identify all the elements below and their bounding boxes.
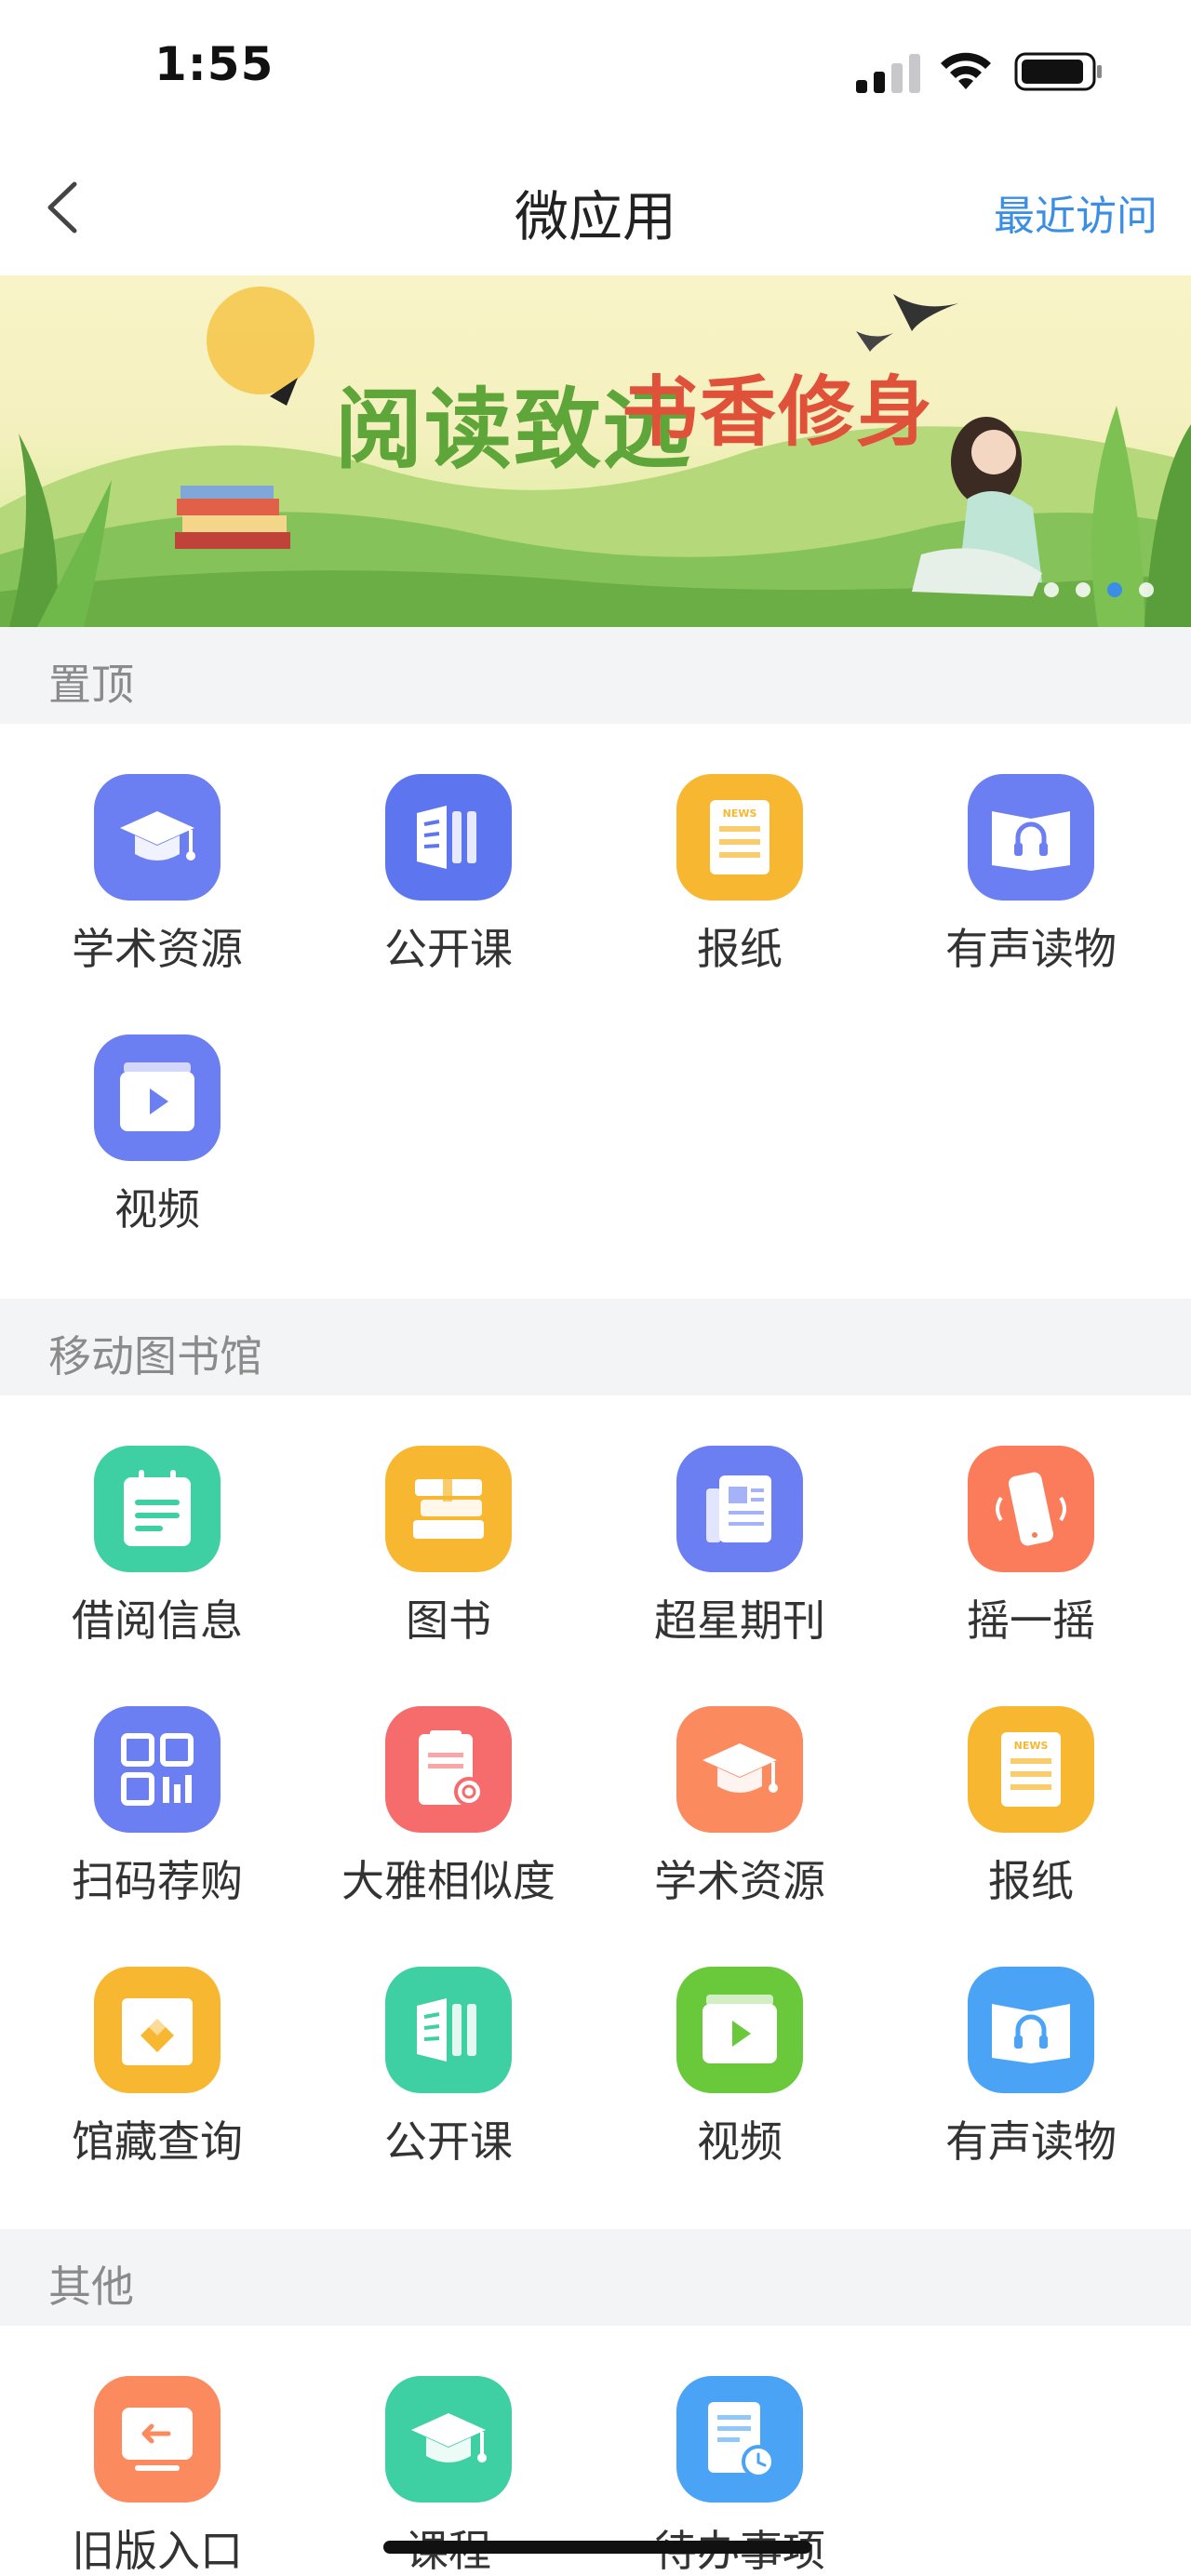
- app-label: 视频: [697, 2116, 783, 2167]
- calendar-icon: [94, 1446, 221, 1572]
- old-version-icon: [94, 2376, 221, 2503]
- newspaper-icon: NEWS: [676, 774, 803, 901]
- document-search-icon-glyph: [419, 1730, 484, 1807]
- shake-phone-icon-glyph: [996, 1472, 1066, 1546]
- app-label: 公开课: [384, 2116, 513, 2167]
- app-label: 馆藏查询: [72, 2116, 243, 2167]
- shake-phone-icon: [968, 1446, 1094, 1572]
- carousel-dot[interactable]: [1076, 582, 1091, 597]
- app-label: 学术资源: [72, 924, 243, 974]
- app-label: 报纸: [697, 924, 783, 974]
- document-search-icon: [385, 1706, 512, 1833]
- audiobook-icon: [968, 1967, 1094, 2093]
- app-item-shake[interactable]: 摇一摇: [876, 1446, 1173, 1660]
- app-item-academic-resources[interactable]: 学术资源: [2, 774, 300, 988]
- carousel-dot[interactable]: [1139, 582, 1154, 597]
- app-item-collection-search[interactable]: 馆藏查询: [2, 1967, 300, 2181]
- recent-visits-link[interactable]: 最近访问: [994, 182, 1158, 242]
- app-item-open-course[interactable]: 公开课: [293, 1967, 591, 2181]
- book-columns-icon-glyph: [417, 1998, 476, 2062]
- books-icon-glyph: [413, 1474, 484, 1539]
- app-item-video[interactable]: 视频: [584, 1967, 882, 2181]
- old-version-icon-glyph: [122, 2408, 193, 2471]
- svg-text:NEWS: NEWS: [1014, 1740, 1049, 1752]
- book-columns-icon: [385, 774, 512, 901]
- newspaper-icon-glyph: NEWS: [1001, 1732, 1061, 1807]
- app-label: 超星期刊: [654, 1595, 825, 1646]
- banner-slogan-2: 书香修身: [622, 367, 935, 457]
- graduation-cap-icon: [676, 1706, 803, 1833]
- app-label: 视频: [114, 1184, 200, 1235]
- status-time: 1:55: [154, 37, 274, 91]
- app-item-audiobook[interactable]: 有声读物: [876, 1967, 1173, 2181]
- app-label: 旧版入口: [72, 2526, 243, 2576]
- battery-icon: [1014, 52, 1102, 91]
- audiobook-icon-glyph: [992, 811, 1070, 871]
- app-label: 有声读物: [945, 2116, 1117, 2167]
- app-item-video[interactable]: 视频: [2, 1034, 300, 1248]
- app-label: 报纸: [988, 1856, 1074, 1906]
- cellular-signal-icon: [856, 54, 920, 93]
- wifi-icon: [941, 52, 991, 89]
- video-play-icon-glyph: [703, 1995, 777, 2063]
- app-item-audiobook[interactable]: 有声读物: [876, 774, 1173, 988]
- video-play-icon: [676, 1967, 803, 2093]
- app-label: 图书: [406, 1595, 491, 1646]
- app-label: 大雅相似度: [341, 1856, 555, 1906]
- app-label: 学术资源: [654, 1856, 825, 1906]
- app-item-chaoxing-journals[interactable]: 超星期刊: [584, 1446, 882, 1660]
- app-label: 摇一摇: [967, 1595, 1095, 1646]
- video-play-icon: [94, 1034, 221, 1161]
- collection-icon-glyph: [122, 1998, 193, 2065]
- audiobook-icon: [968, 774, 1094, 901]
- carousel-dot[interactable]: [1044, 582, 1059, 597]
- home-indicator[interactable]: [383, 2541, 811, 2554]
- book-columns-icon-glyph: [417, 806, 476, 869]
- newspaper-icon: NEWS: [968, 1706, 1094, 1833]
- carousel-dot-active[interactable]: [1107, 582, 1122, 597]
- qr-code-icon: [94, 1706, 221, 1833]
- journal-icon-glyph: [706, 1475, 771, 1542]
- section-title: 其他: [48, 2262, 134, 2312]
- app-item-daya-similarity[interactable]: 大雅相似度: [293, 1706, 591, 1920]
- app-label: 公开课: [384, 924, 513, 974]
- graduation-cap-icon: [385, 2376, 512, 2503]
- app-item-books[interactable]: 图书: [293, 1446, 591, 1660]
- calendar-icon-glyph: [124, 1470, 191, 1546]
- app-label: 有声读物: [945, 924, 1117, 974]
- section-title: 移动图书馆: [48, 1331, 262, 1381]
- carousel-dots: [1044, 582, 1154, 597]
- app-label: 扫码荐购: [72, 1856, 243, 1906]
- books-icon: [385, 1446, 512, 1572]
- section-header-other: 其他: [0, 2229, 1191, 2326]
- section-header-pinned: 置顶: [0, 627, 1191, 724]
- todo-clock-icon: [676, 2376, 803, 2503]
- section-header-mobile-library: 移动图书馆: [0, 1299, 1191, 1395]
- app-label: 借阅信息: [72, 1595, 243, 1646]
- app-item-newspaper[interactable]: NEWS 报纸: [584, 774, 882, 988]
- svg-text:NEWS: NEWS: [723, 808, 757, 820]
- banner-carousel[interactable]: 阅读致远 书香修身: [0, 275, 1191, 627]
- app-item-borrowing-info[interactable]: 借阅信息: [2, 1446, 300, 1660]
- status-bar: 1:55: [0, 0, 1191, 140]
- video-play-icon-glyph: [120, 1062, 194, 1131]
- navigation-bar: 微应用 最近访问: [0, 140, 1191, 275]
- todo-clock-icon-glyph: [708, 2402, 775, 2478]
- graduation-cap-icon-glyph: [703, 1743, 778, 1793]
- graduation-cap-icon-glyph: [411, 2413, 487, 2463]
- qr-code-icon-glyph: [121, 1733, 194, 1806]
- app-item-old-version[interactable]: 旧版入口: [2, 2376, 300, 2576]
- section-title: 置顶: [48, 660, 134, 710]
- journal-icon: [676, 1446, 803, 1572]
- app-item-academic-resources[interactable]: 学术资源: [584, 1706, 882, 1920]
- graduation-cap-icon: [94, 774, 221, 901]
- newspaper-icon-glyph: NEWS: [710, 800, 769, 874]
- app-item-open-course[interactable]: 公开课: [293, 774, 591, 988]
- collection-icon: [94, 1967, 221, 2093]
- app-item-newspaper[interactable]: NEWS 报纸: [876, 1706, 1173, 1920]
- book-columns-icon: [385, 1967, 512, 2093]
- graduation-cap-icon-glyph: [120, 811, 195, 861]
- audiobook-icon-glyph: [992, 2004, 1070, 2063]
- app-item-scan-recommend[interactable]: 扫码荐购: [2, 1706, 300, 1920]
